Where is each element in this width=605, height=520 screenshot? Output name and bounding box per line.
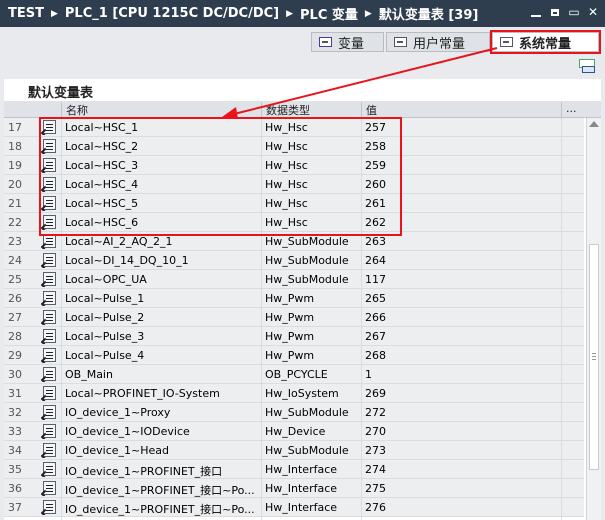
scroll-up-icon[interactable]: [589, 121, 599, 127]
table-header: 名称 数据类型 值 ...: [4, 101, 601, 118]
vertical-scrollbar[interactable]: [586, 118, 601, 520]
tab-label: 系统常量: [519, 36, 572, 52]
tab-label: 用户常量: [413, 36, 466, 52]
breadcrumb-separator-icon: ▶: [50, 8, 58, 19]
system-constant-icon: [500, 37, 513, 47]
highlight-box: [39, 117, 402, 236]
monitor-view-icon[interactable]: [579, 59, 595, 73]
breadcrumb-item-plc-tags[interactable]: PLC 变量: [300, 4, 358, 23]
breadcrumb: TEST ▶ PLC_1 [CPU 1215C DC/DC/DC] ▶ PLC …: [0, 4, 478, 23]
table-title: 默认变量表: [28, 86, 94, 101]
scrollbar-thumb[interactable]: [589, 244, 599, 470]
close-icon[interactable]: ✕: [587, 5, 599, 19]
tab-user-constants[interactable]: 用户常量: [386, 32, 490, 52]
column-header-value[interactable]: 值: [361, 102, 561, 117]
column-header-name[interactable]: 名称: [61, 102, 261, 117]
constant-icon: [394, 37, 407, 47]
maximize-icon[interactable]: [549, 5, 561, 19]
tab-tags[interactable]: 变量: [311, 32, 384, 52]
column-header-more[interactable]: ...: [561, 102, 586, 117]
minimize-icon[interactable]: [530, 5, 542, 19]
tag-table-icon: [319, 37, 332, 47]
breadcrumb-separator-icon: ▶: [364, 8, 372, 19]
tab-strip: 变量 用户常量 系统常量: [0, 27, 605, 55]
restore-icon[interactable]: ▭: [568, 5, 580, 19]
column-header-data-type[interactable]: 数据类型: [261, 102, 361, 117]
tab-system-constants[interactable]: 系统常量: [490, 30, 601, 54]
tab-label: 变量: [338, 36, 365, 52]
title-bar: TEST ▶ PLC_1 [CPU 1215C DC/DC/DC] ▶ PLC …: [0, 0, 605, 27]
breadcrumb-item-tag-table[interactable]: 默认变量表 [39]: [379, 4, 479, 23]
breadcrumb-separator-icon: ▶: [286, 8, 294, 19]
window-controls: ▭ ✕: [530, 5, 599, 19]
toolbar: [4, 55, 601, 79]
breadcrumb-item-project[interactable]: TEST: [8, 6, 44, 21]
breadcrumb-item-plc[interactable]: PLC_1 [CPU 1215C DC/DC/DC]: [65, 6, 279, 21]
